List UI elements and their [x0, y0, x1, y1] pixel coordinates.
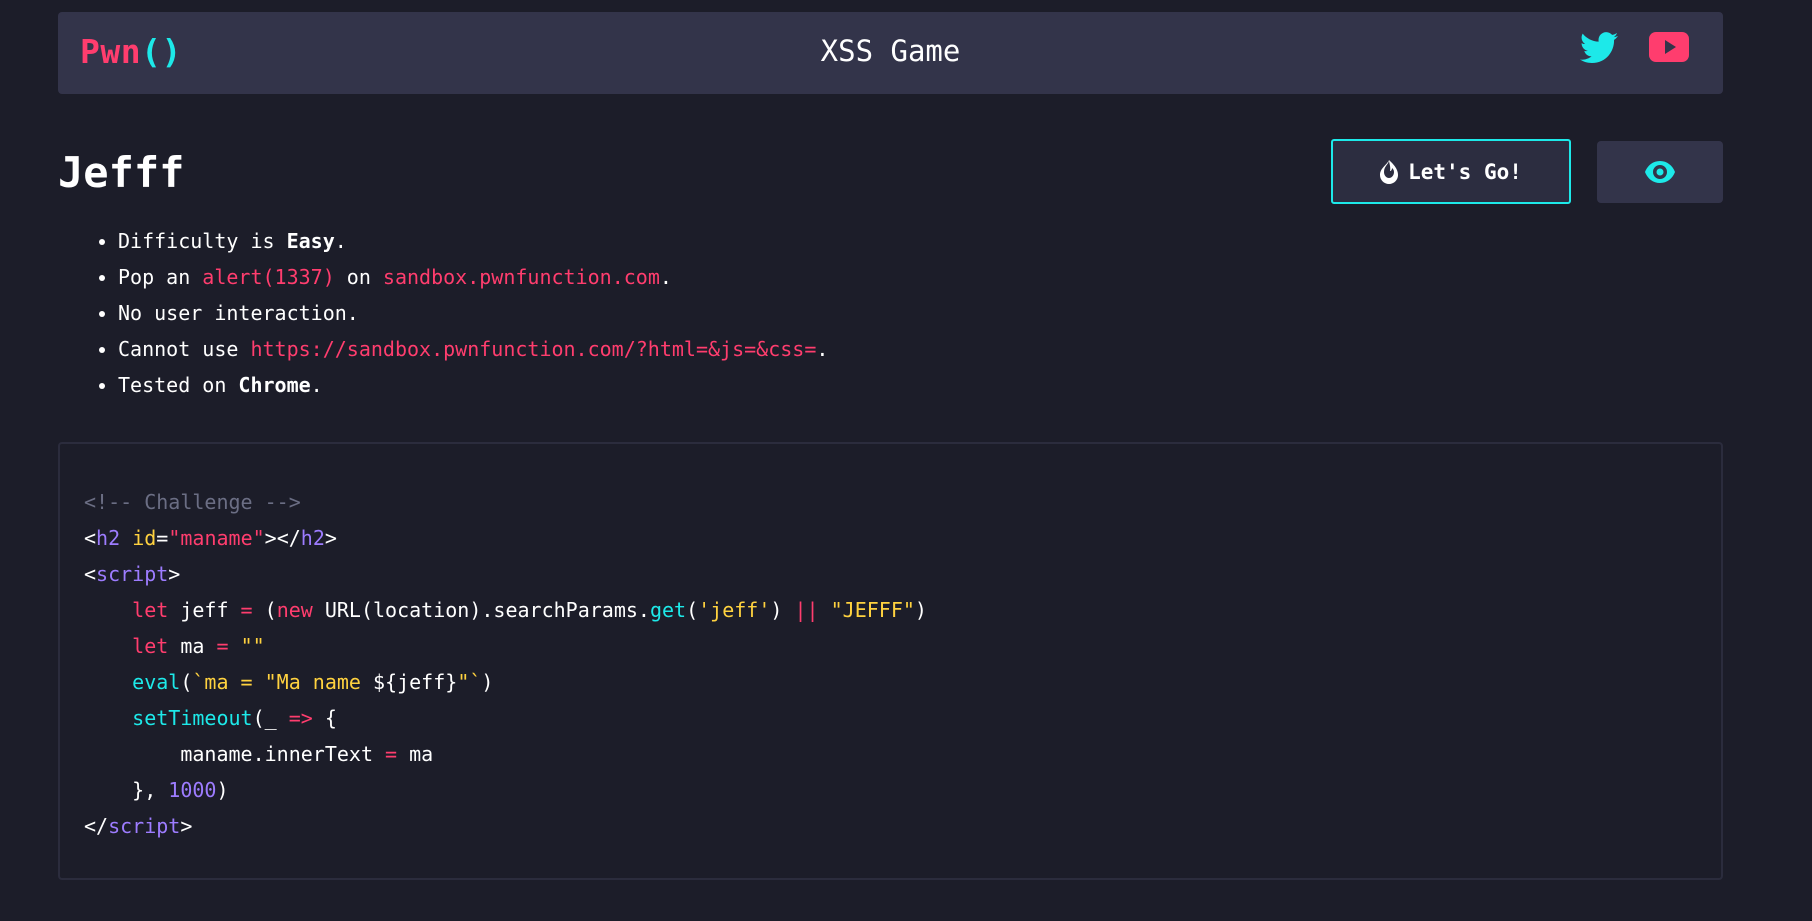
code-string: "JEFFF" — [830, 598, 915, 622]
eye-icon — [1645, 161, 1675, 183]
rule-restriction: Cannot use https://sandbox.pwnfunction.c… — [118, 334, 828, 370]
code-keyword: let — [132, 598, 169, 622]
rule-text: . — [334, 229, 347, 253]
code-listing: <!-- Challenge --> <h2 id="maname"></h2>… — [84, 490, 927, 838]
code-operator: = — [385, 742, 398, 766]
rule-text: . — [659, 265, 672, 289]
code-operator: = — [216, 634, 229, 658]
forbidden-url: https://sandbox.pwnfunction.com/?html=&j… — [250, 337, 817, 361]
code-attr: id — [132, 526, 157, 550]
rule-difficulty: Difficulty is Easy. — [118, 226, 828, 262]
code-operator: => — [288, 706, 313, 730]
code-string: `ma = "Ma name — [192, 670, 374, 694]
code-text: }, — [132, 778, 169, 802]
code-operator: = — [240, 598, 253, 622]
code-function: eval — [132, 670, 181, 694]
code-function: setTimeout — [132, 706, 253, 730]
code-string: 'jeff' — [698, 598, 771, 622]
code-string: "" — [240, 634, 265, 658]
code-tag: h2 — [96, 526, 121, 550]
code-text: { — [312, 706, 337, 730]
twitter-icon — [1580, 32, 1618, 64]
code-keyword: let — [132, 634, 169, 658]
code-text: ma — [168, 634, 217, 658]
code-operator: || — [794, 598, 819, 622]
code-tag: h2 — [300, 526, 325, 550]
rule-text: Pop an — [118, 265, 203, 289]
page-header-title: XSS Game — [820, 34, 961, 68]
code-text: ) — [216, 778, 229, 802]
youtube-icon — [1649, 32, 1689, 62]
browser-value: Chrome — [238, 373, 311, 397]
code-keyword: new — [276, 598, 313, 622]
challenge-code-block: <!-- Challenge --> <h2 id="maname"></h2>… — [58, 442, 1723, 880]
challenge-rules: Difficulty is Easy. Pop an alert(1337) o… — [96, 226, 828, 406]
view-solution-button[interactable] — [1597, 141, 1723, 203]
rule-interaction: No user interaction. — [118, 298, 828, 334]
code-tag: script — [108, 814, 181, 838]
challenge-title: Jefff — [58, 148, 185, 197]
difficulty-value: Easy — [286, 229, 335, 253]
alert-code: alert(1337) — [202, 265, 335, 289]
lets-go-label: Let's Go! — [1408, 159, 1522, 184]
code-string: "maname" — [168, 526, 265, 550]
navbar: Pwn() XSS Game — [58, 12, 1723, 94]
code-text: maname.innerText — [180, 742, 386, 766]
code-function: get — [649, 598, 687, 622]
rule-browser: Tested on Chrome. — [118, 370, 828, 406]
twitter-link[interactable] — [1580, 32, 1618, 68]
code-text: jeff — [168, 598, 241, 622]
rule-text: Difficulty is — [118, 229, 287, 253]
sandbox-domain: sandbox.pwnfunction.com — [382, 265, 660, 289]
rule-text: . — [310, 373, 323, 397]
code-comment: <!-- Challenge --> — [84, 490, 301, 514]
rule-text: Tested on — [118, 373, 239, 397]
code-tag: script — [96, 562, 169, 586]
rule-text: Cannot use — [118, 337, 251, 361]
code-number: 1000 — [168, 778, 217, 802]
code-text: (_ — [252, 706, 289, 730]
code-text: URL(location).searchParams. — [312, 598, 650, 622]
rule-text: on — [334, 265, 383, 289]
code-string: "` — [457, 670, 482, 694]
rule-text: . — [816, 337, 829, 361]
lets-go-button[interactable]: Let's Go! — [1331, 139, 1571, 204]
code-text: ma — [397, 742, 434, 766]
code-template-expr: ${jeff} — [373, 670, 458, 694]
fire-icon — [1380, 159, 1399, 184]
youtube-link[interactable] — [1649, 32, 1689, 66]
rule-goal: Pop an alert(1337) on sandbox.pwnfunctio… — [118, 262, 828, 298]
